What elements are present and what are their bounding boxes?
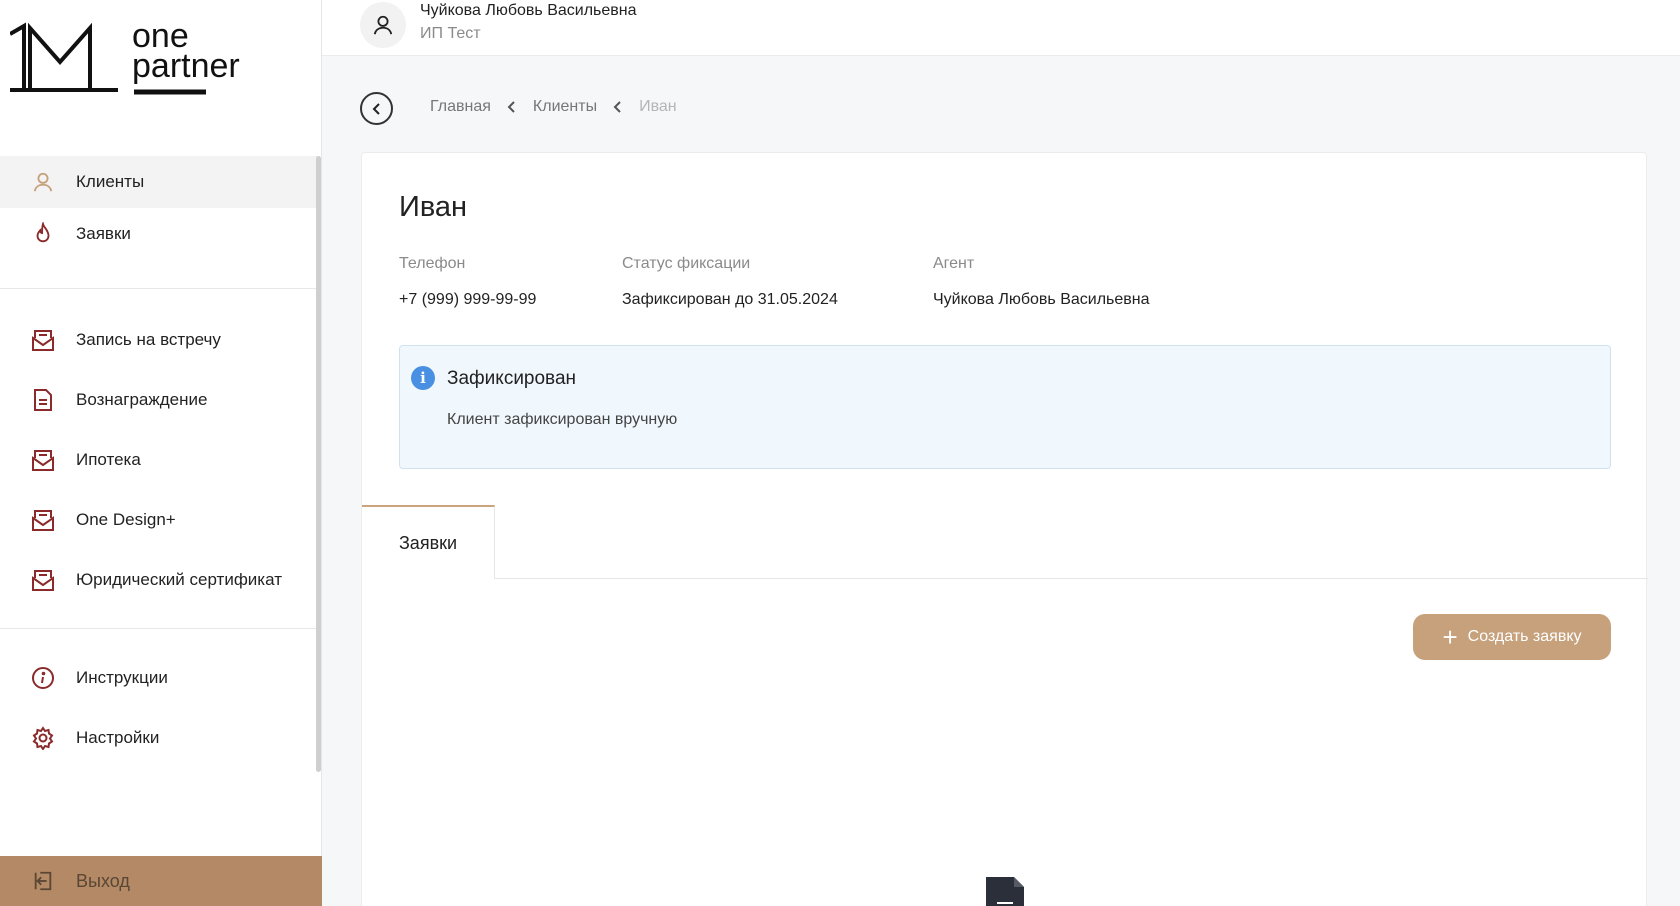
phone-label: Телефон <box>399 255 466 272</box>
mail-icon <box>30 327 56 353</box>
nav-divider <box>0 288 318 289</box>
top-bar: Чуйкова Любовь Васильевна ИП Тест <box>322 0 1680 56</box>
gear-icon <box>30 725 56 751</box>
info-icon: i <box>411 366 435 390</box>
status-label: Статус фиксации <box>622 255 751 272</box>
sidebar-item-label: Клиенты <box>76 172 145 191</box>
sidebar-item-label: Инструкции <box>76 668 168 687</box>
logout-label: Выход <box>76 870 130 891</box>
sidebar-item-clients[interactable]: Клиенты <box>0 156 318 208</box>
sidebar-item-settings[interactable]: Настройки <box>0 708 318 768</box>
sidebar-item-label: Юридический сертификат <box>76 570 282 589</box>
document-icon <box>982 873 1028 906</box>
breadcrumb: Главная Клиенты Иван <box>430 98 677 116</box>
fire-icon <box>30 221 56 247</box>
sidebar-item-reward[interactable]: Вознаграждение <box>0 370 318 430</box>
logo-text-partner: partner <box>132 47 240 85</box>
sidebar-item-mortgage[interactable]: Ипотека <box>0 430 318 490</box>
sidebar-item-requests[interactable]: Заявки <box>0 208 318 260</box>
nav-secondary: Инструкции Настройки <box>0 648 318 768</box>
nav-primary: Клиенты Заявки <box>0 156 318 260</box>
nav-services: Запись на встречу Вознаграждение Ипотека… <box>0 310 318 610</box>
sidebar-item-label: Заявки <box>76 224 131 243</box>
chevron-left-icon <box>613 101 623 113</box>
chevron-left-icon <box>507 101 517 113</box>
breadcrumb-home[interactable]: Главная <box>430 98 491 116</box>
logo[interactable]: one partner <box>9 18 290 102</box>
nav-divider <box>0 628 318 629</box>
tab-requests[interactable]: Заявки <box>362 505 495 579</box>
info-title: Зафиксирован <box>447 368 577 389</box>
mail-icon <box>30 507 56 533</box>
sidebar-item-one-design[interactable]: One Design+ <box>0 490 318 550</box>
mail-icon <box>30 447 56 473</box>
sidebar: one partner Клиенты Заявки Запись на вст… <box>0 0 322 906</box>
tabs: Заявки <box>362 505 1648 579</box>
sidebar-item-label: Настройки <box>76 728 160 747</box>
sidebar-item-label: Ипотека <box>76 450 141 469</box>
user-icon <box>30 169 56 195</box>
phone-value[interactable]: +7 (999) 999-99-99 <box>399 291 536 309</box>
user-organization: ИП Тест <box>420 25 481 42</box>
sidebar-item-instructions[interactable]: Инструкции <box>0 648 318 708</box>
sidebar-item-legal-certificate[interactable]: Юридический сертификат <box>0 550 318 610</box>
plus-icon: + <box>1442 622 1458 652</box>
back-button[interactable] <box>360 92 393 125</box>
logout-button[interactable]: Выход <box>0 856 322 906</box>
sidebar-item-label: Запись на встречу <box>76 330 221 349</box>
sidebar-item-label: Вознаграждение <box>76 390 208 409</box>
client-card: Иван Телефон +7 (999) 999-99-99 Статус ф… <box>361 152 1648 906</box>
status-value: Зафиксирован до 31.05.2024 <box>622 291 838 308</box>
breadcrumb-current: Иван <box>639 98 677 115</box>
sidebar-scrollbar[interactable] <box>316 156 321 772</box>
create-request-button[interactable]: + Создать заявку <box>1413 614 1611 660</box>
breadcrumb-clients[interactable]: Клиенты <box>533 98 597 116</box>
user-name: Чуйкова Любовь Васильевна <box>420 2 637 19</box>
logout-icon <box>30 868 56 894</box>
chevron-left-icon <box>372 102 380 115</box>
avatar[interactable] <box>360 2 406 48</box>
sidebar-item-meeting[interactable]: Запись на встречу <box>0 310 318 370</box>
mail-icon <box>30 567 56 593</box>
document-icon <box>30 387 56 413</box>
fixation-info-box: i Зафиксирован Клиент зафиксирован вручн… <box>399 345 1611 469</box>
info-icon <box>30 665 56 691</box>
create-request-label: Создать заявку <box>1467 628 1582 645</box>
info-text: Клиент зафиксирован вручную <box>447 411 678 428</box>
page-title: Иван <box>399 191 468 223</box>
agent-value: Чуйкова Любовь Васильевна <box>933 291 1150 308</box>
user-icon <box>373 15 393 35</box>
agent-label: Агент <box>933 255 975 272</box>
sidebar-item-label: One Design+ <box>76 510 176 529</box>
